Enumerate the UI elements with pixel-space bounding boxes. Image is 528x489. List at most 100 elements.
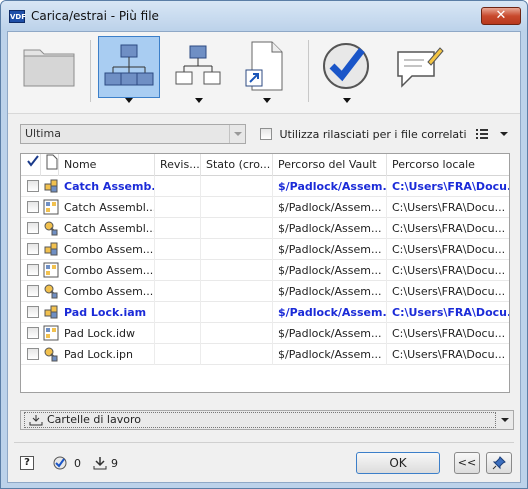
view-options-button[interactable] [474,126,514,142]
use-released-option[interactable]: Utilizza rilasciati per i file correlati [260,127,467,141]
select-folder-button[interactable] [18,36,80,98]
dependents-button[interactable] [98,36,160,98]
cell-revision [155,218,201,239]
table-row[interactable]: Pad Lock.iam $/Padlock/Assem... C:\Users\F… [21,302,509,323]
version-select[interactable]: Ultima [20,124,246,144]
column-header-state[interactable]: Stato (cro... [201,154,273,176]
chevron-down-icon[interactable] [343,98,351,103]
column-header-vault-path[interactable]: Percorso del Vault [273,154,387,176]
row-checkbox[interactable] [27,201,39,213]
help-button[interactable]: ? [20,456,34,470]
collapse-button[interactable]: << [454,452,480,474]
cell-state [201,281,273,302]
row-checkbox[interactable] [27,327,39,339]
working-folders-field[interactable]: Cartelle di lavoro [24,412,496,428]
comment-button[interactable] [388,36,450,98]
drawing-icon [43,199,59,215]
cell-revision [155,260,201,281]
row-checkbox[interactable] [27,285,39,297]
download-icon [93,457,107,470]
presentation-icon [44,221,58,236]
working-folders-label: Cartelle di lavoro [47,413,141,426]
table-row[interactable]: Pad Lock.idw $/Padlock/Assem... C:\Users\F… [21,323,509,344]
table-row[interactable]: Combo Assem... $/Padlock/Assem... C:\Users… [21,260,509,281]
cell-state [201,260,273,281]
table-row[interactable]: Combo Assem... $/Padlock/Assem... C:\Users… [21,281,509,302]
column-header-local-path[interactable]: Percorso locale [387,154,509,176]
cell-state [201,176,273,197]
working-folders-select[interactable]: Cartelle di lavoro [20,410,514,430]
cell-name: Combo Assem... [59,260,155,281]
cell-revision [155,176,201,197]
checkmark-icon [27,155,39,167]
shortcut-document-icon [245,41,283,91]
cell-name: Pad Lock.ipn [59,344,155,365]
cell-vault-path: $/Padlock/Assem... [273,323,387,344]
header-check-column[interactable] [21,154,41,176]
cell-name: Catch Assembl... [59,218,155,239]
cell-state [201,302,273,323]
row-checkbox[interactable] [27,180,39,192]
cell-vault-path: $/Padlock/Assem... [273,260,387,281]
cell-local-path: C:\Users\FRA\Docu... [392,222,506,235]
table-row[interactable]: Catch Assemb... $/Padlock/Assem... C:\User… [21,176,509,197]
cell-vault-path: $/Padlock/Assem... [273,302,387,323]
dialog-window: VDF Carica/estrai - Più file ✕ Ultima Ut… [0,0,528,489]
cell-vault-path: $/Padlock/Assem... [273,281,387,302]
chevron-down-icon[interactable] [125,98,133,103]
chevron-down-icon[interactable] [263,98,271,103]
cell-state [201,239,273,260]
cell-local-path: C:\Users\FRA\Docu... [392,180,510,193]
cell-revision [155,323,201,344]
row-checkbox[interactable] [27,348,39,360]
related-files-button[interactable] [236,36,298,98]
pin-button[interactable] [486,452,512,474]
cell-vault-path: $/Padlock/Assem... [273,239,387,260]
use-released-checkbox[interactable] [260,128,272,140]
document-icon [46,154,58,170]
cell-revision [155,197,201,218]
table-row[interactable]: Pad Lock.ipn $/Padlock/Assem... C:\Users\F… [21,344,509,365]
cell-name: Catch Assembl... [59,197,155,218]
cell-local-path: C:\Users\FRA\Docu... [392,243,506,256]
chevron-down-icon[interactable] [229,125,245,143]
row-checkbox[interactable] [27,222,39,234]
chevron-down-icon[interactable] [195,98,203,103]
table-row[interactable]: Catch Assembl... $/Padlock/Assem... C:\Use… [21,218,509,239]
download-folder-icon [29,415,43,426]
column-header-revision[interactable]: Revis... [155,154,201,176]
window-title: Carica/estrai - Più file [31,9,159,23]
comment-icon [397,47,444,88]
hierarchy-icon [175,45,221,85]
row-checkbox[interactable] [27,306,39,318]
row-checkbox[interactable] [27,243,39,255]
list-view-icon [476,129,508,139]
title-bar[interactable]: VDF Carica/estrai - Più file ✕ [1,1,527,31]
cell-local-path: C:\Users\FRA\Docu... [392,201,506,214]
cell-local-path: C:\Users\FRA\Docu... [392,285,506,298]
files-grid: Nome Revis... Stato (cro... Percorso del… [20,153,510,393]
presentation-icon [44,347,58,362]
ok-button[interactable]: OK [356,452,440,474]
check-in-button[interactable] [316,36,378,98]
chevron-down-icon[interactable] [501,418,509,422]
cell-revision [155,281,201,302]
cell-revision [155,344,201,365]
cell-local-path: C:\Users\FRA\Docu... [392,264,506,277]
table-row[interactable]: Catch Assembl... $/Padlock/Assem... C:\Use… [21,197,509,218]
table-row[interactable]: Combo Assem... $/Padlock/Assem... C:\Users… [21,239,509,260]
download-count: 9 [111,457,118,470]
close-button[interactable]: ✕ [481,7,521,25]
cell-revision [155,302,201,323]
cell-local-path: C:\Users\FRA\Docu... [392,306,510,319]
cell-vault-path: $/Padlock/Assem... [273,176,387,197]
cell-state [201,344,273,365]
toolbar-separator [90,40,91,102]
grid-header: Nome Revis... Stato (cro... Percorso del… [21,154,509,176]
column-header-name[interactable]: Nome [59,154,155,176]
header-type-column[interactable] [41,154,59,176]
parents-button[interactable] [168,36,230,98]
row-checkbox[interactable] [27,264,39,276]
footer-divider [14,442,514,443]
cell-local-path: C:\Users\FRA\Docu... [392,327,506,340]
